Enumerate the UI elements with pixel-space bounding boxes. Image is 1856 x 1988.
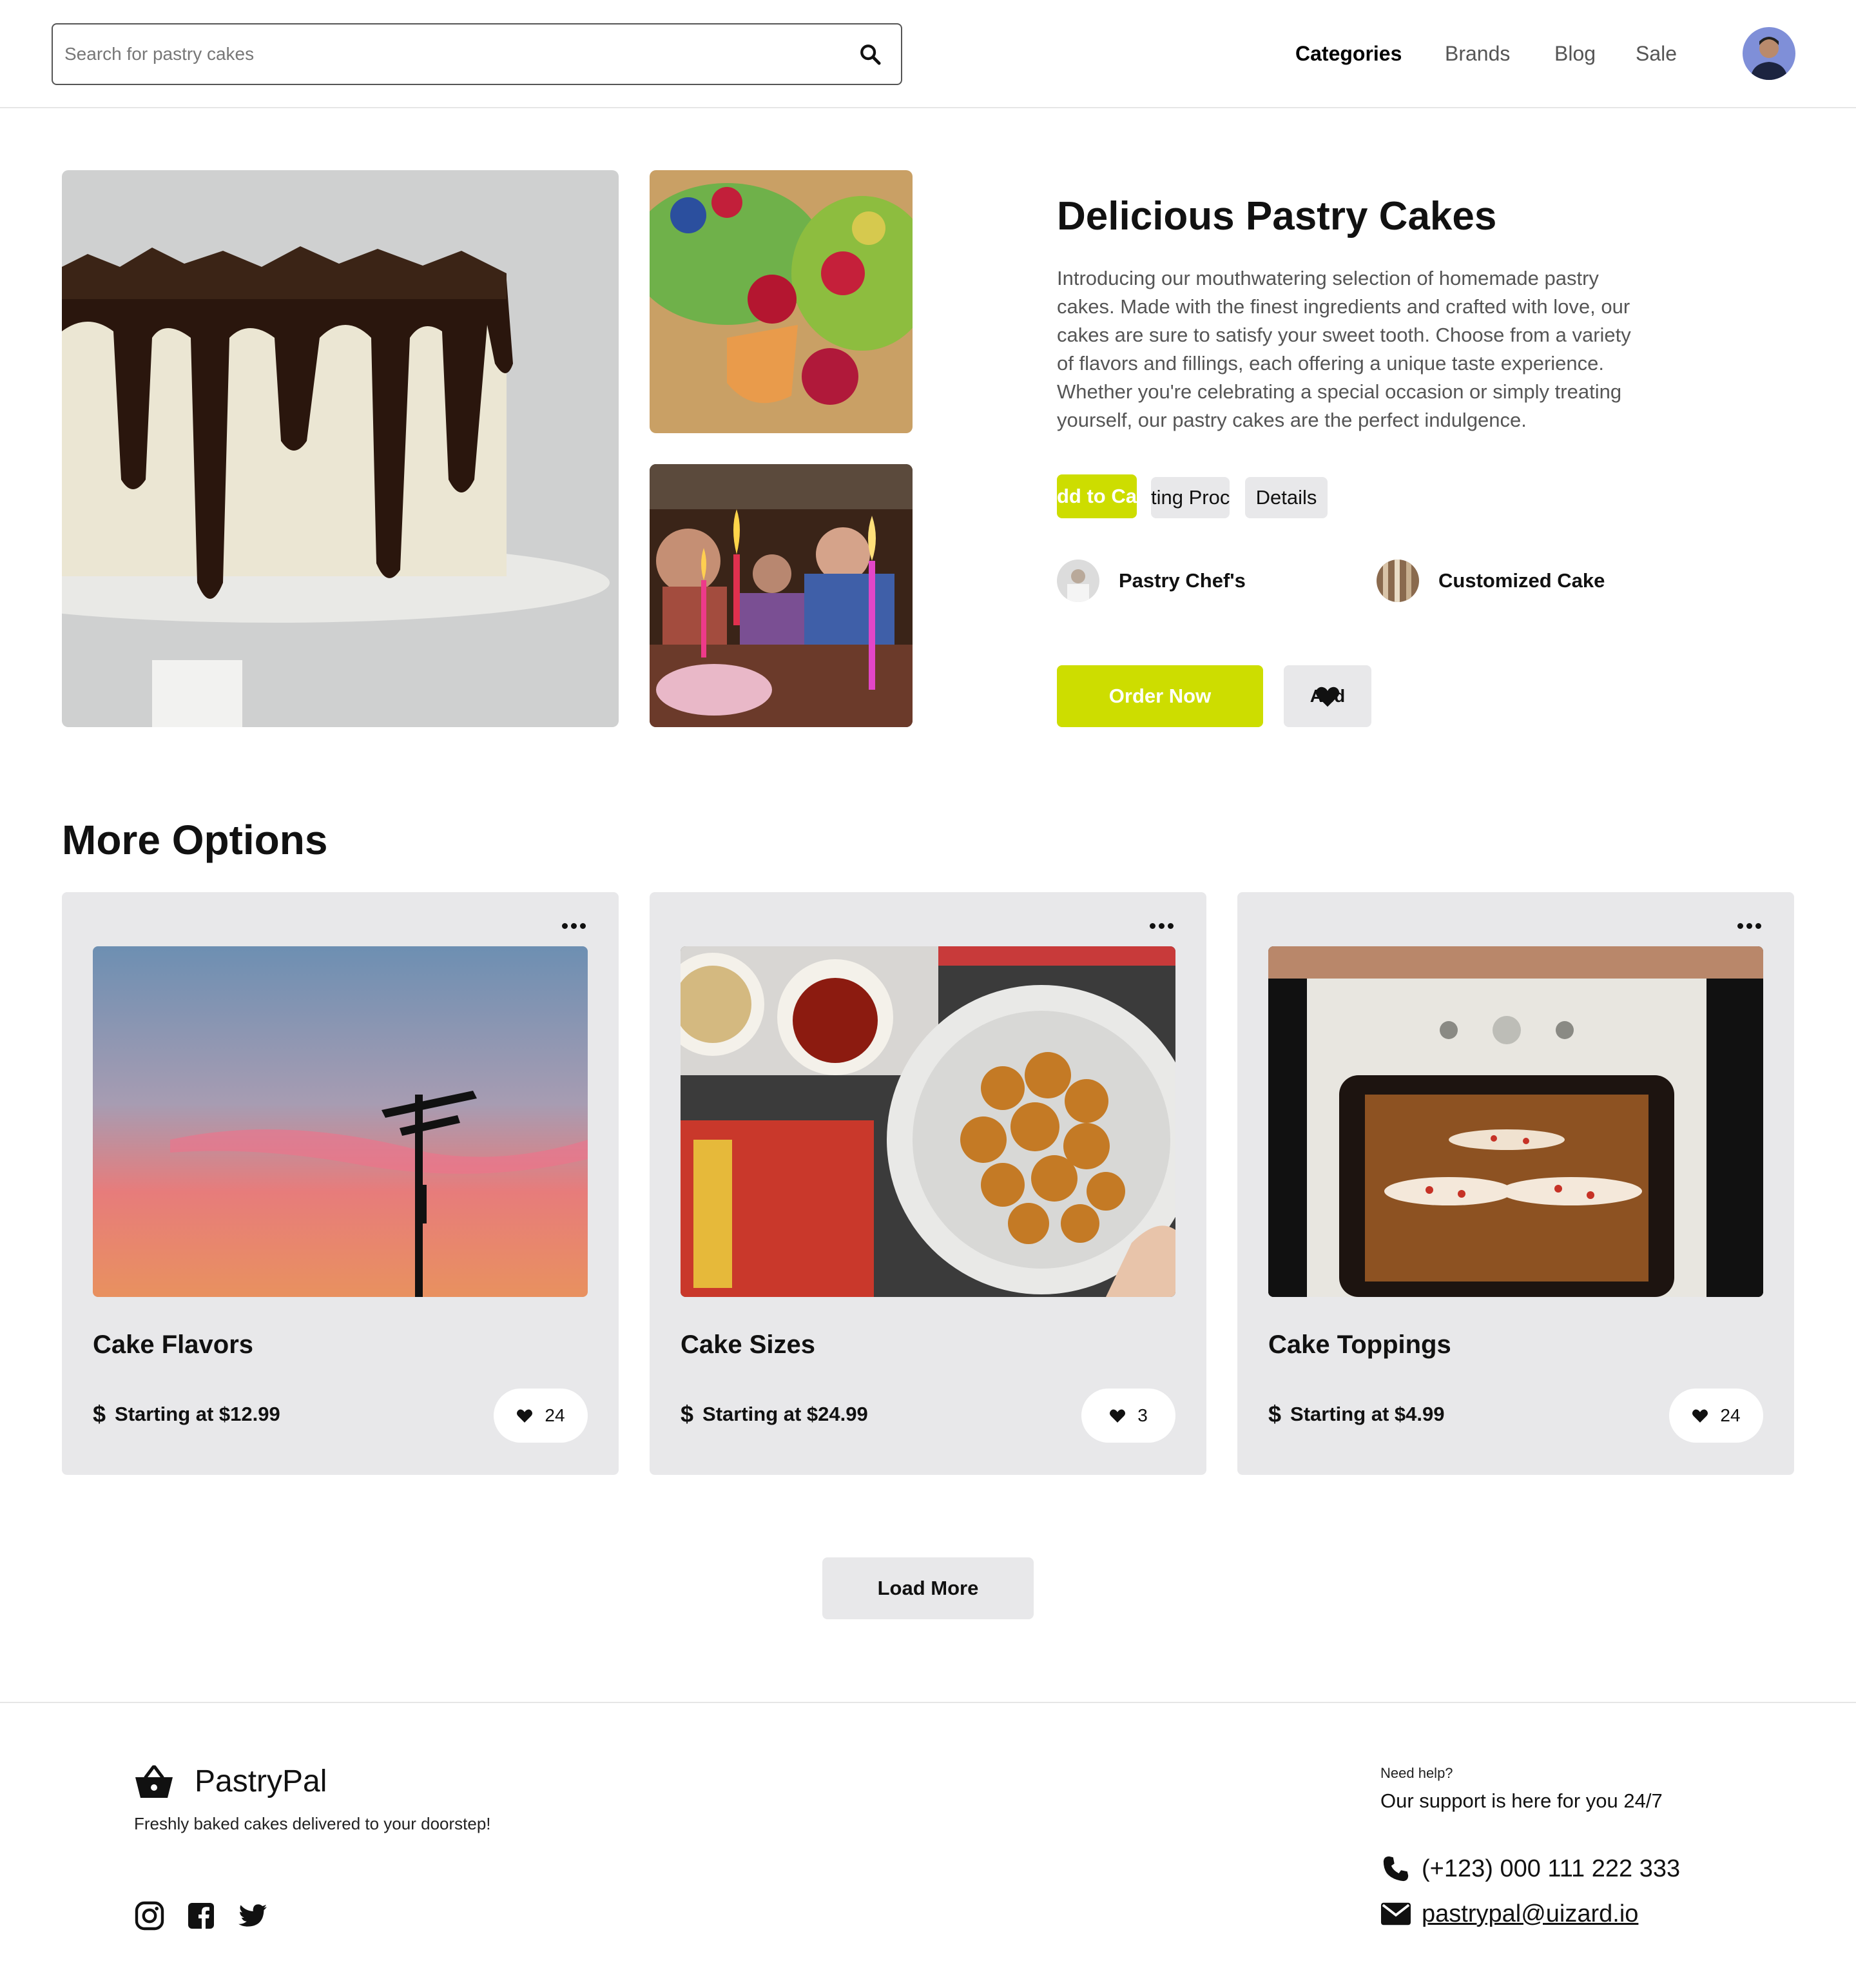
more-options-title: More Options [62,817,328,863]
order-now-button[interactable]: Order Now [1057,665,1263,727]
like-button[interactable]: 3 [1081,1389,1175,1443]
dollar-icon: $ [681,1401,694,1427]
hero-cake-image [62,170,619,727]
feature-label: Customized Cake [1438,569,1605,592]
contact-phone[interactable]: (+123) 000 111 222 333 [1380,1851,1680,1886]
fruit-tart-image [650,170,913,433]
card-title: Cake Flavors [93,1330,254,1359]
card-title: Cake Sizes [681,1330,816,1359]
nav-sale[interactable]: Sale [1636,37,1677,70]
brand-name: PastryPal [195,1764,327,1798]
nav-blog[interactable]: Blog [1554,37,1596,70]
search-input[interactable] [64,44,851,64]
like-count: 3 [1137,1405,1148,1425]
card-title: Cake Toppings [1268,1330,1451,1359]
like-count: 24 [1720,1405,1741,1425]
tab-details[interactable]: Details [1245,477,1328,518]
instagram-icon[interactable] [134,1900,165,1931]
card-price: $ Starting at $24.99 [681,1401,868,1427]
feature-label: Pastry Chef's [1119,569,1246,592]
card-price: $ Starting at $12.99 [93,1401,280,1427]
nav-categories[interactable]: Categories [1295,37,1402,70]
more-icon[interactable] [1142,913,1181,939]
card-price: $ Starting at $4.99 [1268,1401,1445,1427]
hero-title: Delicious Pastry Cakes [1057,194,1497,239]
twitter-icon[interactable] [237,1900,268,1931]
like-button[interactable]: 24 [1669,1389,1763,1443]
sunset-signpost-image [93,946,588,1297]
facebook-icon[interactable] [186,1900,217,1931]
customized-cake-thumbnail [1377,560,1419,602]
more-icon[interactable] [1730,913,1768,939]
feature-pastry-chef: Pastry Chef's [1057,558,1246,603]
option-card-sizes[interactable]: Cake Sizes $ Starting at $24.99 3 [650,892,1206,1475]
email-link[interactable]: pastrypal@uizard.io [1422,1900,1638,1928]
pastry-chef-thumbnail [1057,560,1099,602]
search-bar [52,23,902,85]
nuggets-plate-image [681,946,1175,1297]
help-heading: Our support is here for you 24/7 [1380,1789,1663,1812]
avatar[interactable] [1743,27,1795,80]
help-small: Need help? [1380,1765,1453,1781]
phone-number: (+123) 000 111 222 333 [1422,1855,1681,1882]
dollar-icon: $ [93,1401,106,1427]
heart-icon [1315,687,1340,707]
heart-icon [517,1409,533,1423]
dollar-icon: $ [1268,1401,1282,1427]
footer-brand: PastryPal [134,1764,327,1799]
party-candles-image [650,464,913,727]
mail-icon [1380,1898,1411,1929]
option-card-toppings[interactable]: Cake Toppings $ Starting at $4.99 24 [1237,892,1794,1475]
heart-icon [1110,1409,1126,1423]
like-button[interactable]: 24 [494,1389,588,1443]
tab-baking-process[interactable]: ting Proc [1151,477,1230,518]
header: Categories Brands Blog Sale [0,0,1856,108]
tab-add-to-cart[interactable]: dd to Ca [1057,474,1137,518]
like-count: 24 [545,1405,565,1425]
more-icon[interactable] [554,913,593,939]
basket-icon [135,1765,173,1798]
nav-brands[interactable]: Brands [1445,37,1510,70]
load-more-button[interactable]: Load More [822,1557,1034,1619]
search-icon [860,44,881,65]
oven-pizza-image [1268,946,1763,1297]
contact-email[interactable]: pastrypal@uizard.io [1380,1896,1638,1931]
search-button[interactable] [851,35,889,73]
add-to-favorites-button[interactable]: Add [1284,665,1371,727]
hero-description: Introducing our mouthwatering selection … [1057,267,1631,431]
feature-customized-cake: Customized Cake [1377,558,1605,603]
footer: PastryPal Freshly baked cakes delivered … [0,1702,1856,1988]
footer-tagline: Freshly baked cakes delivered to your do… [134,1814,491,1833]
heart-icon [1692,1409,1708,1423]
option-card-flavors[interactable]: Cake Flavors $ Starting at $12.99 24 [62,892,619,1475]
phone-icon [1380,1853,1411,1884]
